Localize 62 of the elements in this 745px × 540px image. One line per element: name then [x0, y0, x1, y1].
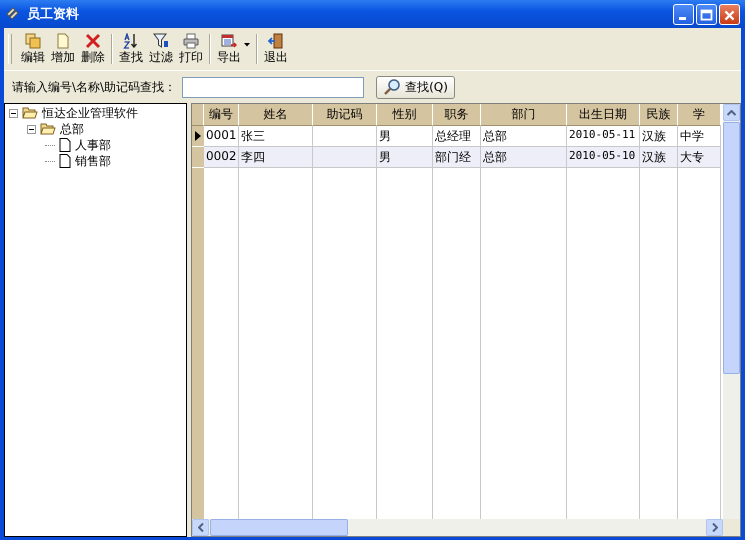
toolbar-button[interactable]: 删除	[78, 32, 108, 66]
table-cell: 李四	[239, 147, 313, 168]
vertical-scrollbar[interactable]	[723, 104, 740, 519]
size-grip[interactable]	[723, 519, 740, 536]
table-cell: 2010-05-10	[567, 147, 640, 168]
minimize-button[interactable]	[673, 4, 694, 24]
column-header[interactable]: 性别	[377, 104, 433, 126]
table-cell: 总部	[481, 147, 567, 168]
tree-item[interactable]: 销售部	[75, 152, 111, 170]
table-cell: 男	[377, 147, 433, 168]
toolbar-button[interactable]: 打印	[176, 32, 206, 66]
toolbar-button[interactable]: 增加	[48, 32, 78, 66]
table-cell	[313, 147, 377, 168]
search-label: 请输入编号\名称\助记码查找：	[12, 78, 176, 96]
window-title: 员工资料	[27, 6, 79, 23]
folder-icon	[40, 123, 56, 135]
filter-icon	[153, 32, 169, 48]
column-header[interactable]: 助记码	[313, 104, 377, 126]
column-header[interactable]: 职务	[433, 104, 481, 126]
tree-item[interactable]: 总部	[60, 120, 84, 138]
table-cell: 0002	[204, 147, 239, 168]
column-header[interactable]: 民族	[640, 104, 678, 126]
toolbar-button[interactable]: 导出	[214, 32, 253, 66]
folder-icon	[22, 107, 38, 119]
toolbar-button[interactable]: 编辑	[18, 32, 48, 66]
scroll-left-icon[interactable]	[198, 523, 204, 532]
toolbar-button[interactable]: 退出	[261, 32, 291, 66]
tree-item[interactable]: 恒达企业管理软件	[42, 104, 138, 122]
table-cell: 大专	[678, 147, 721, 168]
printer-icon	[183, 32, 199, 48]
delete-icon	[85, 32, 101, 48]
calendar-arrow-icon	[221, 32, 237, 48]
new-document-icon	[55, 32, 71, 48]
minimize-icon	[679, 16, 686, 20]
door-exit-icon	[268, 32, 284, 48]
column-header[interactable]: 学	[678, 104, 721, 126]
collapse-icon[interactable]	[27, 124, 36, 134]
horizontal-scrollbar[interactable]	[192, 519, 740, 536]
scroll-up-icon[interactable]	[727, 110, 736, 116]
search-field[interactable]	[182, 76, 364, 98]
column-header[interactable]: 部门	[481, 104, 567, 126]
column-header[interactable]: 编号	[204, 104, 239, 126]
search-icon	[383, 78, 402, 96]
collapse-icon[interactable]	[9, 108, 18, 118]
column-header[interactable]: 出生日期	[567, 104, 640, 126]
table-cell: 部门经	[433, 147, 481, 168]
search-button[interactable]: 查找(Q)	[376, 76, 455, 98]
toolbar-button[interactable]: 过滤	[146, 32, 176, 66]
sort-icon	[123, 32, 139, 48]
close-button[interactable]	[719, 4, 740, 24]
scroll-right-icon[interactable]	[712, 523, 718, 532]
tree-item[interactable]: 人事部	[75, 136, 111, 154]
documents-icon	[25, 32, 41, 48]
app-icon	[5, 6, 21, 22]
maximize-button[interactable]	[696, 4, 717, 24]
document-icon	[59, 154, 71, 168]
document-icon	[59, 138, 71, 152]
toolbar-button[interactable]: 查找	[116, 32, 146, 66]
caret-icon[interactable]	[244, 43, 250, 47]
table-cell: 汉族	[640, 147, 678, 168]
column-header[interactable]: 姓名	[239, 104, 313, 126]
row-indicator[interactable]	[192, 126, 204, 147]
